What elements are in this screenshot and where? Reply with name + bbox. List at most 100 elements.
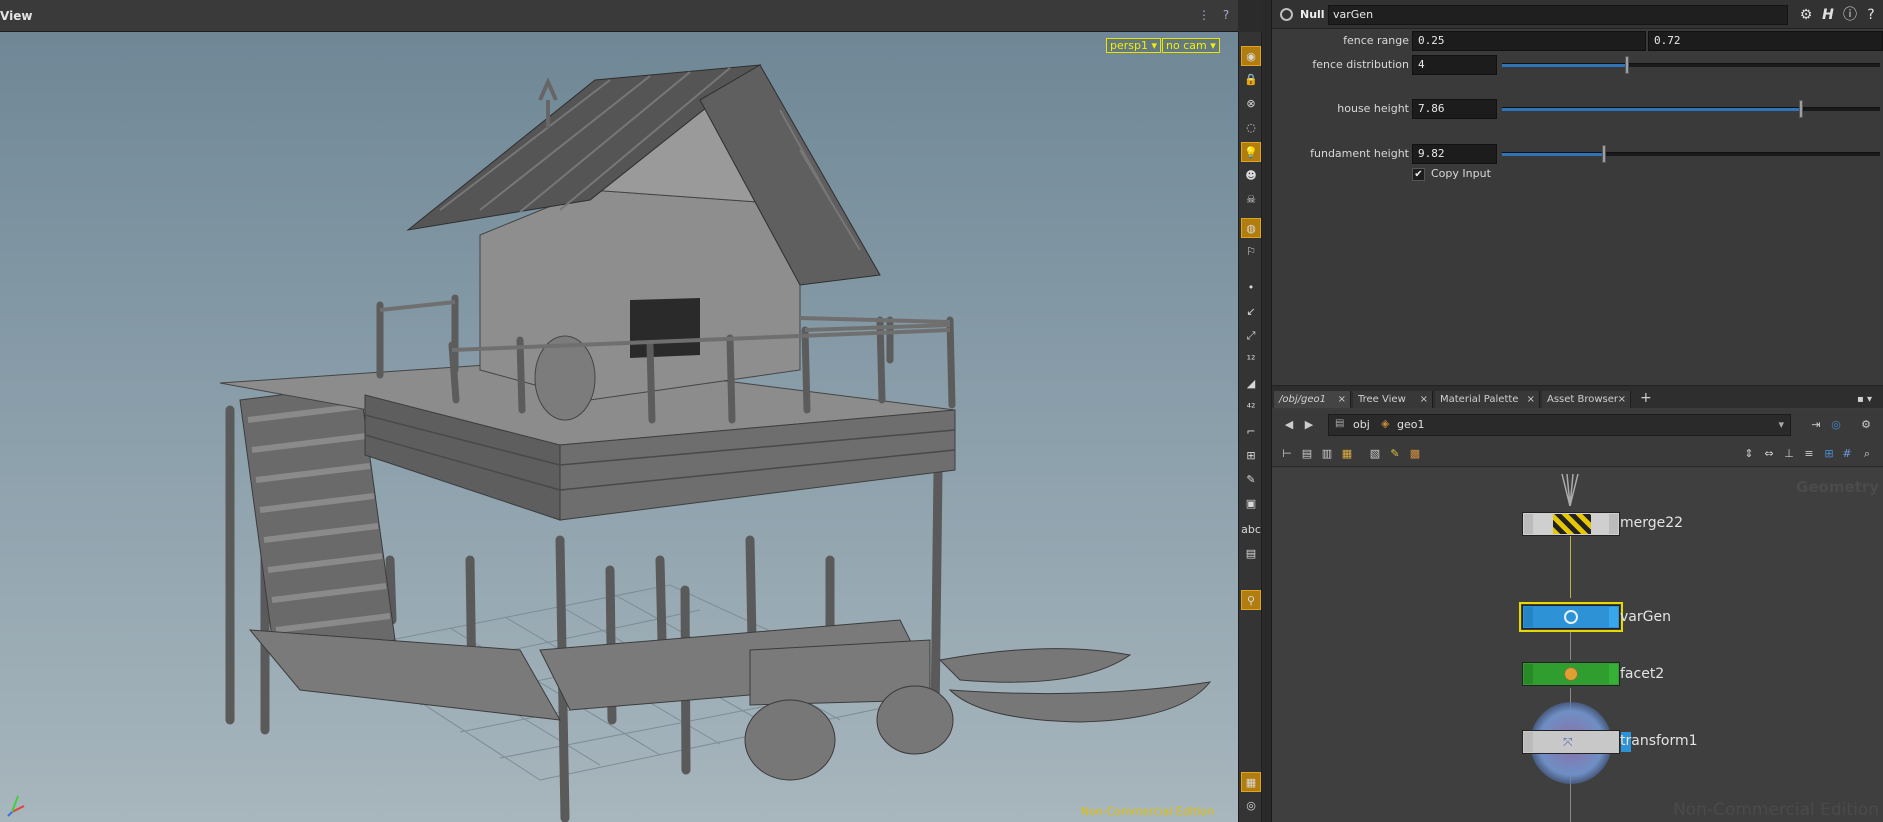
axis-gizmo [4,788,34,818]
add-tab-icon[interactable]: + [1635,391,1655,408]
viewport-header: View ? ⋮ [0,0,1238,32]
fundament-height-row: fundament height 9.82 [1272,142,1883,166]
fence-range-label: fence range [1343,34,1409,47]
parameter-view-icon[interactable]: ▥ [1318,445,1336,463]
fence-range-row: fence range 0.25 0.72 [1272,29,1883,53]
primitive-icon[interactable]: ◢ [1241,374,1261,394]
lighting-icon[interactable]: 💡 [1241,142,1261,162]
tab-asset-browser[interactable]: Asset Browser × [1542,391,1631,408]
points-icon[interactable]: • [1241,278,1261,298]
gear-icon[interactable]: ⚙ [1796,5,1816,25]
node-name-field[interactable]: varGen [1328,5,1788,25]
viewport-watermark: Non-Commercial Edition [1080,805,1214,818]
tab-label: Asset Browser [1547,394,1619,405]
house-height-field[interactable]: 7.86 [1412,99,1497,119]
background-icon[interactable]: ◌ [1241,118,1261,138]
snapshot-icon[interactable]: ⊗ [1241,94,1261,114]
normals-icon[interactable]: ↙ [1241,302,1261,322]
close-icon[interactable]: × [1338,391,1346,408]
fence-range-y-field[interactable]: 0.72 [1648,31,1883,51]
network-editor-pane: /obj/geo1 × Tree View × Material Palette × … [1272,391,1883,822]
house-height-row: house height 7.86 [1272,97,1883,121]
viewport-canvas[interactable]: persp1 ▾ no cam ▾ Non-Commercial Edition [0,32,1238,822]
close-icon[interactable]: × [1420,391,1428,408]
safe-area-icon[interactable]: ▣ [1241,494,1261,514]
edges-icon[interactable]: ⌐ [1241,422,1261,442]
handle-icon[interactable]: ✎ [1241,470,1261,490]
display-flag-icon[interactable]: ⚲ [1241,590,1261,610]
visualizer-icon[interactable]: ☠ [1241,190,1261,210]
point-numbers-icon[interactable]: ¹² [1241,350,1261,370]
geo-icon: ◈ [1381,417,1390,430]
layout-icon[interactable]: ▦ [1241,772,1261,792]
link-icon[interactable]: ◎ [1827,416,1845,434]
grid-icon[interactable]: # [1838,445,1856,463]
viewport-layout-icon[interactable]: ⋮ [1196,8,1212,24]
tree-icon[interactable]: ⊢ [1278,445,1296,463]
scene-viewport-pane: View ? ⋮ persp1 ▾ no cam ▾ Non-Commercia… [0,0,1238,822]
houdini-window: View ? ⋮ persp1 ▾ no cam ▾ Non-Commercia… [0,0,1883,822]
pane-menu-icon[interactable]: ▪ ▾ [1852,391,1880,408]
close-icon[interactable]: × [1618,391,1626,408]
help-icon[interactable]: ? [1218,8,1234,24]
text-display-icon[interactable]: abc [1241,520,1261,540]
box-icon[interactable]: ▩ [1406,445,1424,463]
align-horizontal-icon[interactable]: ⇔ [1760,445,1778,463]
copy-input-checkbox[interactable]: ✔ [1412,168,1425,181]
list-icon[interactable]: ▤ [1298,445,1316,463]
tab-label: Material Palette [1440,394,1519,405]
pane-splitter-vertical[interactable] [1262,0,1272,822]
fence-distribution-field[interactable]: 4 [1412,55,1497,75]
fundament-height-field[interactable]: 9.82 [1412,144,1497,164]
network-canvas[interactable]: Geometry Non-Commercial Edition [1272,468,1883,822]
wire [1570,688,1571,718]
close-icon[interactable]: × [1527,391,1535,408]
tab-network[interactable]: /obj/geo1 × [1274,391,1351,408]
layout-icon[interactable]: ⊥ [1780,445,1798,463]
vertex-normals-icon[interactable]: ⤢ [1241,326,1261,346]
fence-distribution-row: fence distribution 4 [1272,53,1883,77]
house-model [219,64,1212,822]
align-vertical-icon[interactable]: ⇕ [1740,445,1758,463]
wireframe-icon[interactable]: ⚐ [1241,242,1261,262]
prim-numbers-icon[interactable]: ⁴² [1241,398,1261,418]
sticky-note-icon[interactable]: ▧ [1366,445,1384,463]
gear-icon[interactable]: ⚙ [1857,416,1875,434]
tab-label: Tree View [1358,394,1406,405]
wire [1570,536,1571,598]
note-icon[interactable]: ✎ [1386,445,1404,463]
palette-icon[interactable]: ▦ [1338,445,1356,463]
chevron-down-icon[interactable]: ▾ [1778,418,1784,431]
path-field[interactable]: ▤ obj ◈ geo1 ▾ [1328,414,1791,436]
tab-tree-view[interactable]: Tree View × [1353,391,1433,408]
back-arrow-icon[interactable]: ◀ [1280,416,1298,434]
house-height-slider[interactable] [1502,100,1880,118]
tab-material-palette[interactable]: Material Palette × [1435,391,1540,408]
help-icon[interactable]: ? [1861,5,1881,25]
fundament-height-label: fundament height [1310,147,1409,160]
fence-distribution-slider[interactable] [1502,56,1880,74]
search-icon[interactable]: ⌕ [1858,445,1876,463]
image-icon[interactable]: ▤ [1241,544,1261,564]
path-current[interactable]: geo1 [1397,418,1424,431]
viewport-toggle-icon[interactable]: ◉ [1241,46,1261,66]
house-height-label: house height [1337,102,1409,115]
forward-arrow-icon[interactable]: ▶ [1300,416,1318,434]
obj-context-icon: ▤ [1335,418,1345,429]
fundament-height-slider[interactable] [1502,145,1880,163]
flow-icon[interactable]: ≡ [1800,445,1818,463]
path-root[interactable]: obj [1353,418,1370,431]
fence-range-x-field[interactable]: 0.25 [1412,31,1646,51]
eye-icon[interactable]: ◎ [1241,796,1261,816]
lock-icon[interactable]: 🔒 [1241,70,1261,90]
viewport-title: View [0,9,33,23]
grid-snap-icon[interactable]: ⊞ [1820,445,1838,463]
path-bar: ◀ ▶ ▤ obj ◈ geo1 ▾ ⇥ ◎ ⚙ [1272,411,1883,439]
hscript-help-icon[interactable]: H [1818,5,1838,25]
ghost-icon[interactable]: ☻ [1241,166,1261,186]
uv-icon[interactable]: ⊞ [1241,446,1261,466]
display-options-toolbar: ◉ 🔒 ⊗ ◌ 💡 ☻ ☠ ◍ ⚐ • ↙ ⤢ ¹² ◢ ⁴² ⌐ ⊞ ✎ ▣ … [1238,32,1262,822]
info-icon[interactable]: ⓘ [1840,5,1860,25]
shading-icon[interactable]: ◍ [1241,218,1261,238]
pin-icon[interactable]: ⇥ [1807,416,1825,434]
